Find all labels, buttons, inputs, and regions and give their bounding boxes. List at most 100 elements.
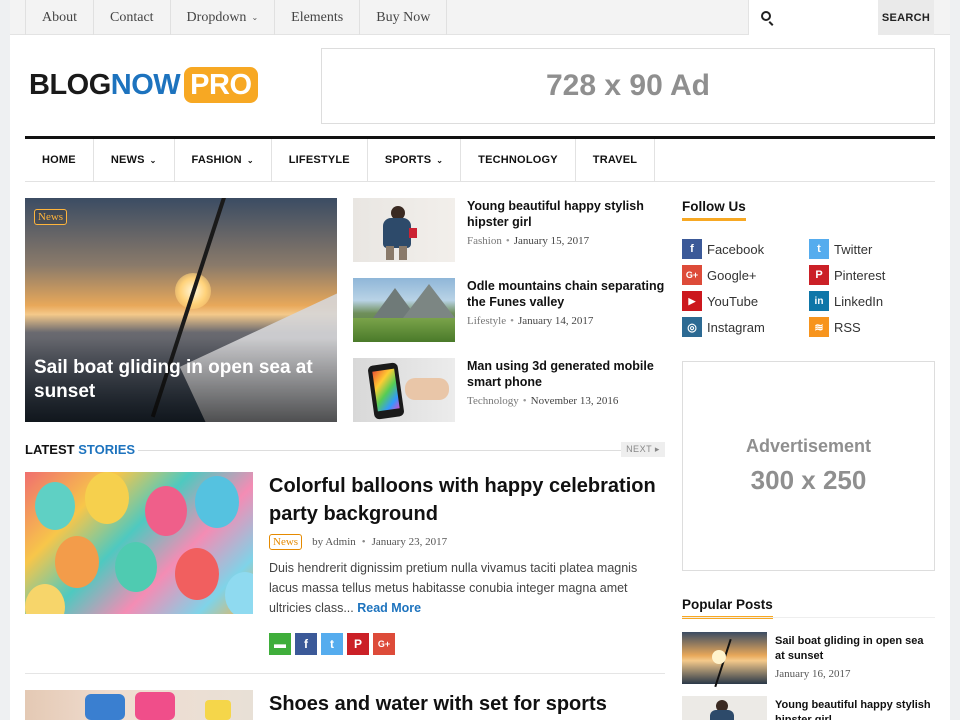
twitter-icon: t: [809, 239, 829, 259]
follow-twitter[interactable]: t Twitter: [809, 239, 935, 259]
nav-item-lifestyle[interactable]: LIFESTYLE: [272, 139, 368, 181]
side-post-thumbnail[interactable]: [353, 198, 455, 262]
side-post-title[interactable]: Young beautiful happy stylish hipster gi…: [467, 198, 672, 230]
topnav-dropdown[interactable]: Dropdown ⌄: [171, 0, 276, 35]
search-button[interactable]: SEARCH: [878, 0, 934, 35]
post-image[interactable]: [25, 690, 253, 720]
featured-post[interactable]: News Sail boat gliding in open sea at su…: [25, 198, 337, 422]
follow-label: Pinterest: [834, 267, 886, 283]
site-logo[interactable]: BLOG NOW PRO: [29, 66, 258, 104]
twitter-icon[interactable]: t: [321, 633, 343, 655]
nav-item-technology[interactable]: TECHNOLOGY: [461, 139, 576, 181]
comment-icon[interactable]: ▬: [269, 633, 291, 655]
follow-pinterest[interactable]: P Pinterest: [809, 265, 935, 285]
follow-label: Twitter: [834, 241, 873, 257]
side-post-category[interactable]: Technology: [467, 395, 519, 407]
follow-label: RSS: [834, 319, 861, 335]
logo-text-pro: PRO: [184, 67, 258, 103]
topnav-about[interactable]: About: [25, 0, 94, 35]
section-divider: [138, 450, 626, 451]
side-post-thumbnail[interactable]: [353, 278, 455, 342]
featured-side-list: Young beautiful happy stylish hipster gi…: [353, 198, 668, 438]
topnav-elements-label: Elements: [291, 9, 344, 25]
side-post: Young beautiful happy stylish hipster gi…: [353, 198, 668, 278]
nav-item-home-label: HOME: [42, 154, 76, 166]
follow-label: Instagram: [707, 319, 765, 335]
top-bar: About Contact Dropdown ⌄ Elements Buy Now…: [10, 0, 950, 35]
nav-item-fashion-label: FASHION: [191, 154, 242, 166]
popular-posts-title: Popular Posts: [682, 597, 773, 619]
pinterest-icon: P: [809, 265, 829, 285]
follow-label: Facebook: [707, 241, 765, 257]
topnav-elements[interactable]: Elements: [275, 0, 361, 35]
follow-us-title: Follow Us: [682, 199, 746, 221]
nav-item-travel[interactable]: TRAVEL: [576, 139, 656, 181]
nav-item-home[interactable]: HOME: [25, 139, 94, 181]
post-author[interactable]: by Admin: [312, 536, 356, 548]
topnav-contact[interactable]: Contact: [94, 0, 171, 35]
search-input[interactable]: [779, 8, 874, 28]
follow-linkedin[interactable]: in LinkedIn: [809, 291, 935, 311]
follow-instagram[interactable]: ◎ Instagram: [682, 317, 809, 337]
topnav-buy-now[interactable]: Buy Now: [360, 0, 448, 35]
top-nav: About Contact Dropdown ⌄ Elements Buy Now: [25, 0, 448, 35]
side-post-date: November 13, 2016: [530, 395, 619, 407]
side-post-thumbnail[interactable]: [353, 358, 455, 422]
follow-facebook[interactable]: f Facebook: [682, 239, 809, 259]
follow-label: Google+: [707, 267, 757, 283]
category-badge[interactable]: News: [269, 534, 303, 550]
instagram-icon: ◎: [682, 317, 702, 337]
side-post-title[interactable]: Man using 3d generated mobile smart phon…: [467, 358, 672, 390]
follow-rss[interactable]: ≋ RSS: [809, 317, 935, 337]
side-post-meta: Technology • November 13, 2016: [467, 395, 618, 407]
follow-youtube[interactable]: ▶ YouTube: [682, 291, 809, 311]
post-excerpt-text: Duis hendrerit dignissim pretium nulla v…: [269, 561, 638, 615]
chevron-down-icon: ⌄: [246, 155, 254, 165]
popular-post-thumbnail[interactable]: [682, 696, 767, 720]
facebook-icon[interactable]: f: [295, 633, 317, 655]
sidebar-ad[interactable]: Advertisement 300 x 250: [682, 361, 935, 571]
section-title-part2: STORIES: [78, 442, 136, 457]
side-post-category[interactable]: Lifestyle: [467, 315, 506, 327]
side-post-category[interactable]: Fashion: [467, 235, 502, 247]
post-date: January 23, 2017: [371, 536, 448, 548]
read-more-link[interactable]: Read More: [357, 601, 421, 615]
google-plus-icon: G+: [682, 265, 702, 285]
category-badge[interactable]: News: [34, 209, 68, 225]
popular-post: Young beautiful happy stylish hipster gi…: [682, 696, 935, 720]
post-image[interactable]: [25, 472, 253, 614]
popular-post: Sail boat gliding in open sea at sunset …: [682, 632, 935, 688]
social-follow-list: f Facebook t Twitter G+ Google+ P Pinterest …: [682, 239, 935, 337]
side-post-meta: Lifestyle • January 14, 2017: [467, 315, 593, 327]
widget-divider: [682, 617, 935, 618]
sidebar: Follow Us f Facebook t Twitter G+ Google+ P…: [682, 198, 935, 720]
header-ad-banner[interactable]: 728 x 90 Ad: [321, 48, 935, 124]
side-post-title[interactable]: Odle mountains chain separating the Fune…: [467, 278, 672, 310]
popular-post-title[interactable]: Young beautiful happy stylish hipster gi…: [775, 698, 935, 720]
nav-item-fashion[interactable]: FASHION ⌄: [175, 139, 272, 181]
featured-title[interactable]: Sail boat gliding in open sea at sunset: [34, 356, 329, 404]
google-plus-icon[interactable]: G+: [373, 633, 395, 655]
section-title: LATEST STORIES: [25, 442, 135, 457]
nav-item-travel-label: TRAVEL: [592, 154, 638, 166]
follow-google-plus[interactable]: G+ Google+: [682, 265, 809, 285]
latest-stories-header: LATEST STORIES NEXT ▸: [25, 440, 665, 460]
nav-item-sports[interactable]: SPORTS ⌄: [368, 139, 462, 181]
chevron-down-icon: ⌄: [251, 13, 259, 22]
share-buttons: ▬ f t P G+: [269, 633, 399, 655]
popular-post-thumbnail[interactable]: [682, 632, 767, 688]
pinterest-icon[interactable]: P: [347, 633, 369, 655]
popular-posts: Popular Posts Sail boat gliding in open …: [682, 596, 935, 720]
section-title-part1: LATEST: [25, 442, 75, 457]
nav-item-lifestyle-label: LIFESTYLE: [288, 154, 350, 166]
meta-separator: •: [522, 395, 527, 407]
popular-post-title[interactable]: Sail boat gliding in open sea at sunset: [775, 634, 935, 664]
ad-size: 300 x 250: [750, 465, 867, 495]
linkedin-icon: in: [809, 291, 829, 311]
nav-item-news[interactable]: NEWS ⌄: [94, 139, 175, 181]
next-button[interactable]: NEXT ▸: [621, 442, 665, 457]
chevron-down-icon: ⌄: [436, 155, 444, 165]
post-title[interactable]: Shoes and water with set for sports: [269, 690, 665, 718]
post-title[interactable]: Colorful balloons with happy celebration…: [269, 472, 665, 528]
side-post-meta: Fashion • January 15, 2017: [467, 235, 589, 247]
